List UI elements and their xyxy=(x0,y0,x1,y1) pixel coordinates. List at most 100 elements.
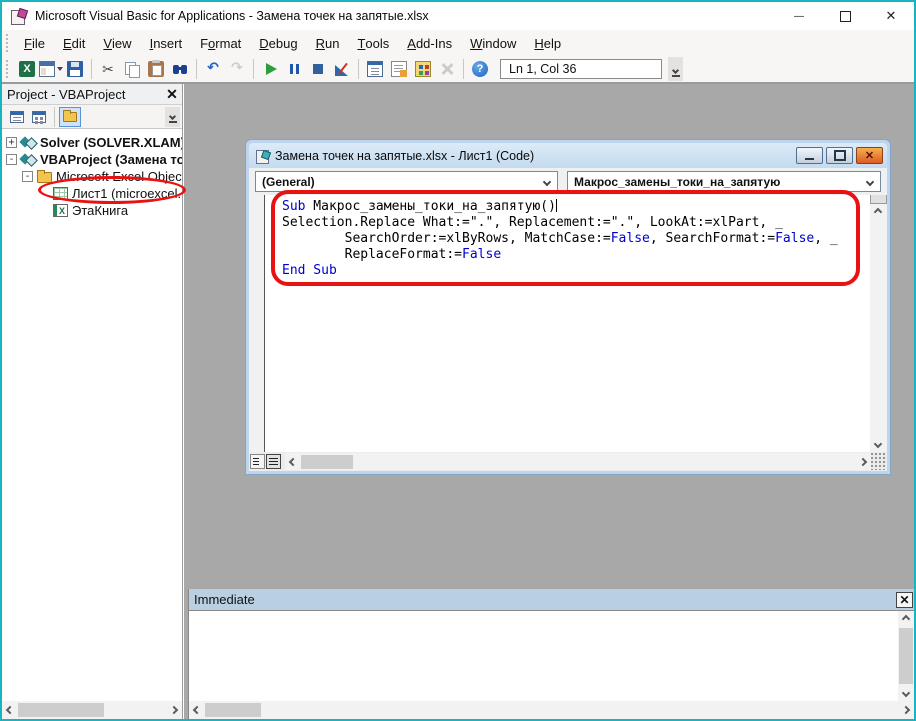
scrollbar-thumb[interactable] xyxy=(899,628,913,684)
paste-icon[interactable] xyxy=(144,58,168,80)
code-vertical-scrollbar[interactable] xyxy=(870,195,887,452)
code-line[interactable]: Selection.Replace What:=".", Replacement… xyxy=(282,215,870,231)
project-horizontal-scrollbar[interactable] xyxy=(2,701,182,719)
text-caret xyxy=(556,199,557,212)
resize-grip[interactable] xyxy=(871,453,887,470)
menu-addins[interactable]: Add-Ins xyxy=(398,30,461,56)
menu-tools[interactable]: Tools xyxy=(348,30,398,56)
object-browser-icon[interactable] xyxy=(411,58,435,80)
scroll-down-icon[interactable] xyxy=(898,685,914,701)
code-line[interactable]: ReplaceFormat:=False xyxy=(282,247,870,263)
tree-item-thisworkbook[interactable]: ЭтаКнига xyxy=(2,202,182,219)
redo-icon[interactable] xyxy=(225,58,249,80)
scroll-left-icon[interactable] xyxy=(285,454,301,470)
toolbox-icon[interactable] xyxy=(435,58,459,80)
scroll-up-icon[interactable] xyxy=(870,204,886,220)
split-handle[interactable] xyxy=(870,195,887,204)
close-icon[interactable] xyxy=(856,147,883,164)
menu-insert[interactable]: Insert xyxy=(141,30,192,56)
menu-file[interactable]: File xyxy=(15,30,54,56)
project-panel-titlebar[interactable]: Project - VBAProject xyxy=(2,84,182,105)
cut-icon xyxy=(100,61,116,77)
project-toolbar-overflow-button[interactable] xyxy=(165,107,180,127)
toggle-folders-button[interactable] xyxy=(59,107,81,127)
menu-run[interactable]: Run xyxy=(307,30,349,56)
view-object-button[interactable] xyxy=(28,107,50,127)
tree-item-vbaproject[interactable]: - VBAProject (Замена то xyxy=(2,151,182,168)
cut-icon[interactable] xyxy=(96,58,120,80)
insert-userform-icon[interactable] xyxy=(39,58,63,80)
toolbar-grip[interactable] xyxy=(6,60,11,78)
code-line[interactable]: SearchOrder:=xlByRows, MatchCase:=False,… xyxy=(282,231,870,247)
full-module-view-button[interactable] xyxy=(266,454,281,469)
close-icon[interactable] xyxy=(868,2,914,30)
scroll-up-icon[interactable] xyxy=(898,611,914,627)
view-code-button[interactable] xyxy=(6,107,28,127)
code-line[interactable]: End Sub xyxy=(282,263,870,279)
scroll-down-icon[interactable] xyxy=(870,436,886,452)
chevron-down-icon xyxy=(866,177,874,185)
code-window-titlebar[interactable]: Замена точек на запятые.xlsx - Лист1 (Co… xyxy=(249,143,887,168)
menu-format[interactable]: Format xyxy=(191,30,250,56)
reset-icon[interactable] xyxy=(306,58,330,80)
immediate-horizontal-scrollbar[interactable] xyxy=(189,701,914,719)
design-mode-icon[interactable] xyxy=(330,58,354,80)
save-icon[interactable] xyxy=(63,58,87,80)
undo-icon[interactable] xyxy=(201,58,225,80)
object-dropdown[interactable]: (General) xyxy=(255,171,558,192)
tree-item-solver[interactable]: +Solver (SOLVER.XLAM) xyxy=(2,134,182,151)
toolbar-overflow-button[interactable] xyxy=(668,57,683,81)
scroll-left-icon[interactable] xyxy=(189,702,205,718)
project-explorer-icon[interactable] xyxy=(363,58,387,80)
find-icon[interactable] xyxy=(168,58,192,80)
procedure-dropdown[interactable]: Макрос_замены_токи_на_запятую xyxy=(567,171,881,192)
procedure-view-button[interactable] xyxy=(250,454,265,469)
code-window-bottom-bar xyxy=(249,452,887,471)
tree-item-label: VBAProject (Замена то xyxy=(40,152,182,167)
scroll-right-icon[interactable] xyxy=(855,454,871,470)
window-titlebar: Microsoft Visual Basic for Applications … xyxy=(2,2,914,30)
immediate-content[interactable] xyxy=(189,611,898,701)
scrollbar-thumb[interactable] xyxy=(301,455,353,469)
minimize-icon[interactable] xyxy=(776,2,822,30)
menu-help[interactable]: Help xyxy=(525,30,570,56)
help-icon[interactable] xyxy=(468,58,492,80)
code-editor[interactable]: Sub Макрос_замены_токи_на_запятую()Selec… xyxy=(265,195,870,452)
close-icon[interactable] xyxy=(896,592,913,608)
restore-icon[interactable] xyxy=(826,147,853,164)
scroll-left-icon[interactable] xyxy=(2,702,18,718)
break-icon[interactable] xyxy=(282,58,306,80)
menu-view[interactable]: View xyxy=(94,30,140,56)
code-horizontal-scrollbar[interactable] xyxy=(285,453,871,470)
menu-window[interactable]: Window xyxy=(461,30,525,56)
margin-indicator-bar[interactable] xyxy=(249,195,265,452)
scrollbar-track[interactable] xyxy=(870,220,887,436)
view-excel-icon[interactable] xyxy=(15,58,39,80)
tree-item-excel-objects[interactable]: -Microsoft Excel Objects xyxy=(2,168,182,185)
collapse-icon[interactable]: - xyxy=(22,171,33,182)
menu-items: FileEditViewInsertFormatDebugRunToolsAdd… xyxy=(15,30,570,56)
view-excel-icon xyxy=(19,61,35,77)
expand-icon[interactable]: + xyxy=(6,137,17,148)
immediate-titlebar[interactable]: Immediate xyxy=(189,589,914,610)
immediate-vertical-scrollbar[interactable] xyxy=(898,611,914,701)
copy-icon[interactable] xyxy=(120,58,144,80)
scroll-right-icon[interactable] xyxy=(166,702,182,718)
properties-window-icon[interactable] xyxy=(387,58,411,80)
menubar-grip[interactable] xyxy=(6,34,11,52)
immediate-window: Immediate xyxy=(188,589,914,719)
tree-item-sheet1[interactable]: Лист1 (microexcel.r xyxy=(2,185,182,202)
scrollbar-thumb[interactable] xyxy=(205,703,261,717)
scroll-right-icon[interactable] xyxy=(898,702,914,718)
scrollbar-thumb[interactable] xyxy=(18,703,104,717)
minimize-icon[interactable] xyxy=(796,147,823,164)
code-line[interactable]: Sub Макрос_замены_токи_на_запятую() xyxy=(282,199,870,215)
menu-edit[interactable]: Edit xyxy=(54,30,94,56)
toolbox-icon xyxy=(439,61,455,77)
toolbar-icons xyxy=(15,58,492,80)
run-icon[interactable] xyxy=(258,58,282,80)
maximize-icon[interactable] xyxy=(822,2,868,30)
project-close-icon[interactable] xyxy=(162,84,182,104)
menu-debug[interactable]: Debug xyxy=(250,30,306,56)
collapse-icon[interactable]: - xyxy=(6,154,17,165)
